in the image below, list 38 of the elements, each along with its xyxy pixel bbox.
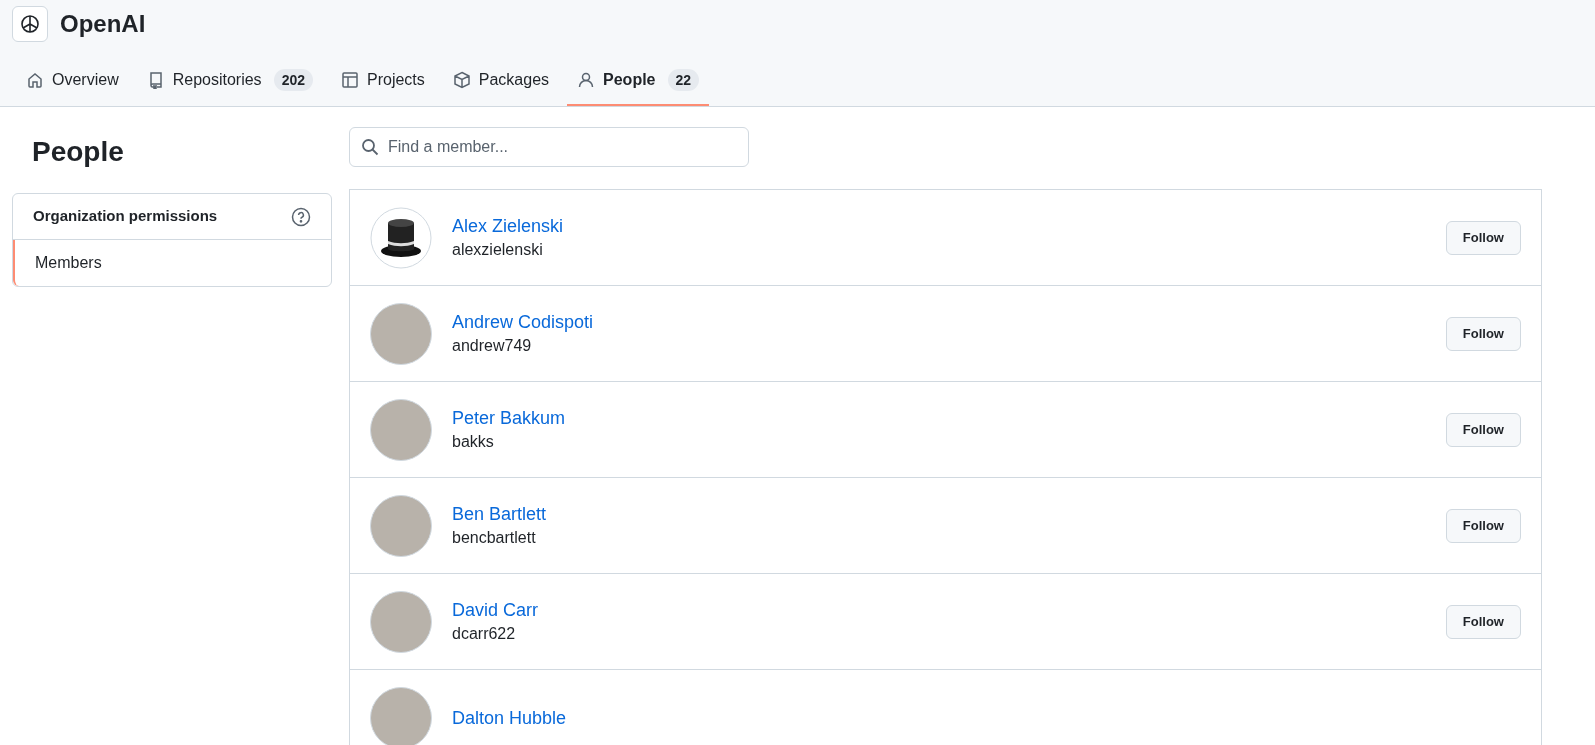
- member-name-link[interactable]: Peter Bakkum: [452, 405, 566, 430]
- avatar-placeholder[interactable]: [370, 686, 432, 745]
- member-username: bencbartlett: [452, 527, 536, 548]
- member-name-link[interactable]: Andrew Codispoti: [452, 309, 594, 334]
- follow-button[interactable]: Follow: [1445, 604, 1521, 639]
- nav-tab[interactable]: People 22: [567, 56, 710, 106]
- member-name-link[interactable]: Ben Bartlett: [452, 501, 547, 526]
- nav-tab[interactable]: Repositories 202: [136, 56, 323, 106]
- member-name-link[interactable]: Dalton Hubble: [452, 705, 567, 730]
- nav-tab[interactable]: Overview: [16, 56, 129, 106]
- follow-button[interactable]: Follow: [1445, 412, 1521, 447]
- count-badge: 22: [667, 69, 700, 91]
- person-icon: [577, 71, 596, 89]
- package-icon: [452, 71, 471, 89]
- page-title: People: [31, 135, 125, 169]
- member-username: dcarr622: [452, 623, 516, 644]
- sidebar-item[interactable]: Members: [13, 240, 331, 286]
- member-name-link[interactable]: Alex Zielenski: [452, 213, 564, 238]
- top-hat-avatar[interactable]: [370, 206, 432, 269]
- home-icon: [26, 71, 44, 89]
- nav-tab[interactable]: Packages: [442, 56, 560, 106]
- member-username: andrew749: [452, 335, 532, 356]
- logo-icon: [18, 12, 42, 36]
- follow-button[interactable]: Follow: [1445, 220, 1521, 255]
- member-name-link[interactable]: David Carr: [452, 597, 539, 622]
- table-icon: [341, 71, 359, 89]
- help-icon[interactable]: [291, 206, 311, 227]
- member-username: bakks: [452, 431, 494, 452]
- member-username: alexzielenski: [452, 239, 543, 260]
- follow-button[interactable]: Follow: [1445, 316, 1521, 351]
- follow-button[interactable]: Follow: [1445, 508, 1521, 543]
- nav-tab[interactable]: Projects: [331, 56, 435, 106]
- org-logo[interactable]: [12, 6, 48, 42]
- org-name[interactable]: OpenAI: [60, 6, 146, 42]
- count-badge: 202: [273, 69, 313, 91]
- search-field[interactable]: Find a member...: [349, 127, 749, 167]
- search-icon: [361, 138, 379, 156]
- sidebar-heading: Organization permissions: [33, 206, 218, 227]
